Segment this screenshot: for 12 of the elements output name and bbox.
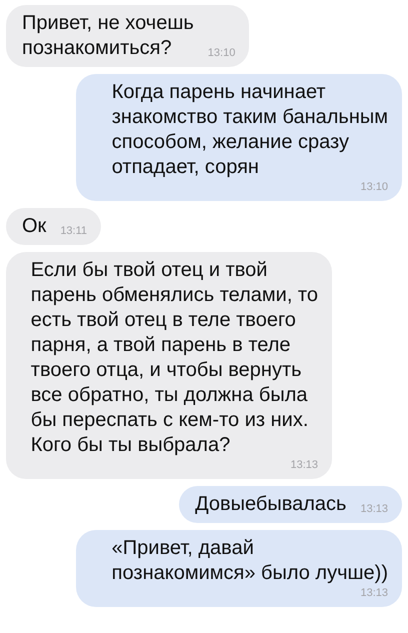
message-time: 13:10 [360,180,388,194]
message-time: 13:13 [360,502,388,516]
message-time: 13:13 [360,586,388,600]
message-text: «Привет, давай познакомимся» было лучше)) [112,536,388,586]
message-text: Ок [22,214,46,239]
message-text: Довыебывалась [195,492,346,517]
message-time: 13:10 [208,46,236,60]
message-time: 13:13 [290,458,318,472]
message-text: Когда парень начинает знакомство таким банальным способом, желание сразу отпадает, сорян [112,80,388,180]
message-text: Привет, не хочешь познакомиться? [22,11,194,61]
message-text: Если бы твой отец и твой парень обменялись телами, то есть твой отец в теле твоего парня, а твой парень в теле твоего отца, и чтобы вернуть все обратно, ты должна была бы переспать с кем-то из них. Кого бы ты выбрала? [30,258,318,458]
message-time: 13:11 [60,224,88,238]
